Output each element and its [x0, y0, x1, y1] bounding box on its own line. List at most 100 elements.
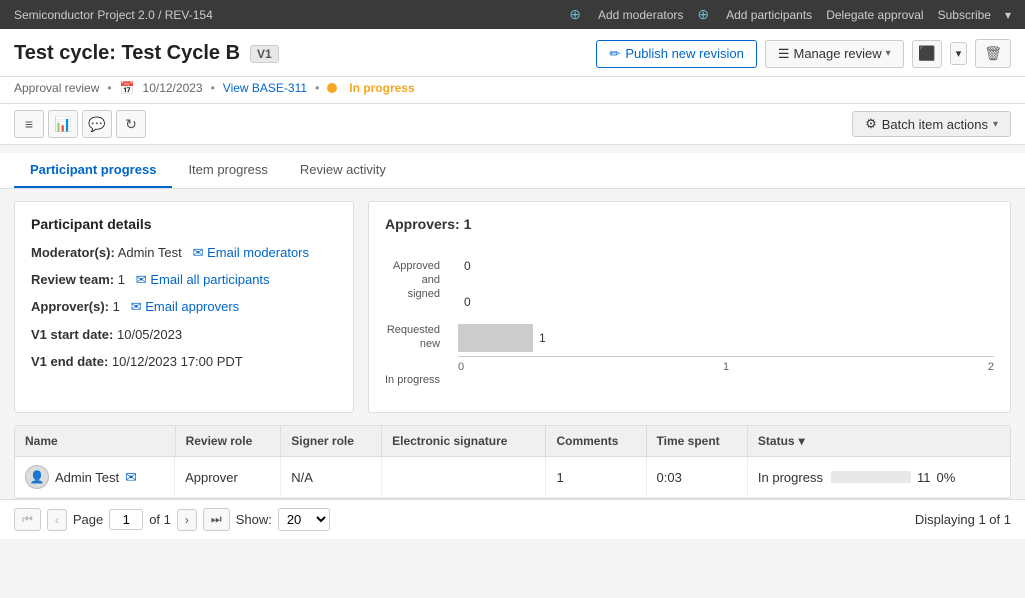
batch-actions-button[interactable]: ⚙ Batch item actions ▾: [852, 111, 1011, 137]
export-button[interactable]: ⬛: [912, 40, 942, 68]
progress-value: 11: [917, 470, 931, 485]
chart-bar-row-approved: 0: [458, 248, 994, 284]
show-select[interactable]: 20 50 100: [278, 508, 330, 531]
chart-label-approved: Approvedandsigned: [385, 259, 440, 302]
batch-dropdown-arrow: ▾: [993, 119, 998, 130]
chart-label-requested: Requestednew: [385, 323, 440, 352]
start-date-label: V1 start date:: [31, 327, 113, 342]
of-label: of 1: [149, 512, 171, 527]
chart-value-requested: 0: [464, 295, 478, 309]
list-view-icon: ≡: [25, 116, 33, 132]
chart-view-button[interactable]: 📊: [48, 110, 78, 138]
comment-icon: 💬: [88, 116, 105, 133]
col-comments: Comments: [546, 426, 646, 457]
email-moderators-link[interactable]: Email moderators: [207, 245, 309, 260]
chart-label-inprogress: In progress: [385, 373, 440, 387]
list-view-button[interactable]: ≡: [14, 110, 44, 138]
pagination: ⏮ ‹ Page of 1 › ⏭ Show: 20 50 100 Displa…: [0, 499, 1025, 539]
publish-revision-button[interactable]: ✏ Publish new revision: [596, 40, 756, 68]
review-date: 10/12/2023: [143, 81, 203, 95]
approver-label: Approver(s):: [31, 299, 109, 314]
cell-signer-role: N/A: [281, 457, 382, 498]
header-row: Test cycle: Test Cycle B V1 ✏ Publish ne…: [0, 29, 1025, 77]
review-team-label: Review team:: [31, 272, 114, 287]
tabs-container: Participant progress Item progress Revie…: [0, 153, 1025, 189]
participant-details-card: Participant details Moderator(s): Admin …: [14, 201, 354, 413]
cell-name: 👤 Admin Test ✉: [15, 457, 175, 497]
col-time-spent: Time spent: [646, 426, 747, 457]
gear-icon: ⚙: [865, 116, 877, 132]
status-sort-icon[interactable]: ▾: [799, 434, 805, 448]
col-signer-role: Signer role: [281, 426, 382, 457]
approver-row: Approver(s): 1 ✉ Email approvers: [31, 298, 337, 316]
view-base-link[interactable]: View BASE-311: [223, 81, 307, 95]
delegate-approval-link[interactable]: Delegate approval: [826, 8, 923, 22]
tab-item-progress[interactable]: Item progress: [172, 153, 283, 188]
email-row-icon[interactable]: ✉: [125, 469, 137, 486]
delete-button[interactable]: 🗑: [975, 39, 1011, 68]
calendar-icon: 📅: [120, 81, 135, 95]
page-title: Test cycle: Test Cycle B: [14, 42, 240, 65]
review-team-value: 1: [118, 272, 125, 287]
cell-electronic-sig: [382, 457, 546, 498]
end-date-row: V1 end date: 10/12/2023 17:00 PDT: [31, 353, 337, 371]
subscribe-dropdown-icon[interactable]: ▾: [1005, 8, 1011, 22]
email-all-link[interactable]: Email all participants: [150, 272, 269, 287]
refresh-button[interactable]: ↻: [116, 110, 146, 138]
breadcrumb: Semiconductor Project 2.0 / REV-154: [14, 8, 213, 22]
col-review-role: Review role: [175, 426, 281, 457]
next-page-button[interactable]: ›: [177, 509, 197, 531]
add-moderators-link[interactable]: Add moderators: [598, 8, 683, 22]
col-status: Status ▾: [748, 426, 1010, 456]
page-input[interactable]: [109, 509, 143, 530]
trash-icon: 🗑: [984, 45, 1002, 61]
chart-value-approved: 0: [464, 259, 478, 273]
chart-bar-inprogress: [458, 324, 533, 352]
last-page-button[interactable]: ⏭: [203, 508, 230, 531]
export-dropdown-arrow[interactable]: ▾: [950, 42, 968, 65]
moderator-row: Moderator(s): Admin Test ✉ Email moderat…: [31, 244, 337, 262]
status-dot-icon: [327, 83, 337, 93]
start-date-value: 10/05/2023: [117, 327, 182, 342]
progress-bar-bg: [831, 471, 911, 483]
row-name: Admin Test: [55, 470, 119, 485]
tab-participant-progress[interactable]: Participant progress: [14, 153, 172, 188]
add-participants-link[interactable]: Add participants: [726, 8, 812, 22]
email-approvers-link[interactable]: Email approvers: [145, 299, 239, 314]
cell-time-spent: 0:03: [646, 457, 747, 498]
manage-review-button[interactable]: ☰ Manage review ▾: [765, 40, 904, 68]
review-type: Approval review: [14, 81, 99, 95]
chart-bar-row-requested: 0: [458, 284, 994, 320]
x-axis-0: 0: [458, 361, 464, 373]
x-axis-1: 1: [723, 361, 729, 373]
chart-wrapper: 0 0 1 0 1 2: [458, 248, 994, 373]
prev-page-button[interactable]: ‹: [47, 509, 67, 531]
first-page-button[interactable]: ⏮: [14, 508, 41, 531]
subscribe-link[interactable]: Subscribe: [938, 8, 991, 22]
chart-value-inprogress: 1: [539, 331, 553, 345]
participants-table: Name Review role Signer role Electronic …: [15, 426, 1010, 498]
participant-details-heading: Participant details: [31, 216, 337, 232]
export-icon: ⬛: [918, 45, 935, 62]
review-team-row: Review team: 1 ✉ Email all participants: [31, 271, 337, 289]
displaying-text: Displaying 1 of 1: [915, 512, 1011, 527]
show-label: Show:: [236, 512, 272, 527]
approver-value: 1: [113, 299, 120, 314]
chart-title: Approvers: 1: [385, 216, 994, 232]
tab-review-activity[interactable]: Review activity: [284, 153, 402, 188]
chart-bar-row-inprogress: 1: [458, 320, 994, 356]
main-content: Participant details Moderator(s): Admin …: [0, 189, 1025, 425]
status-text: In progress: [349, 81, 414, 95]
page-label: Page: [73, 512, 103, 527]
top-navigation: Semiconductor Project 2.0 / REV-154 ⊕ Ad…: [0, 0, 1025, 29]
list-icon: ☰: [778, 46, 790, 62]
email-icon: ✉: [193, 245, 204, 260]
progress-wrapper: 11 0%: [831, 470, 955, 485]
manage-dropdown-arrow: ▾: [886, 48, 891, 59]
toolbar: ≡ 📊 💬 ↻ ⚙ Batch item actions ▾: [0, 104, 1025, 145]
email-approvers-icon: ✉: [131, 299, 142, 314]
moderator-label: Moderator(s):: [31, 245, 115, 260]
comment-view-button[interactable]: 💬: [82, 110, 112, 138]
chart-y-labels: Approvedandsigned Requestednew In progre…: [385, 248, 440, 398]
participants-table-container: Name Review role Signer role Electronic …: [14, 425, 1011, 499]
